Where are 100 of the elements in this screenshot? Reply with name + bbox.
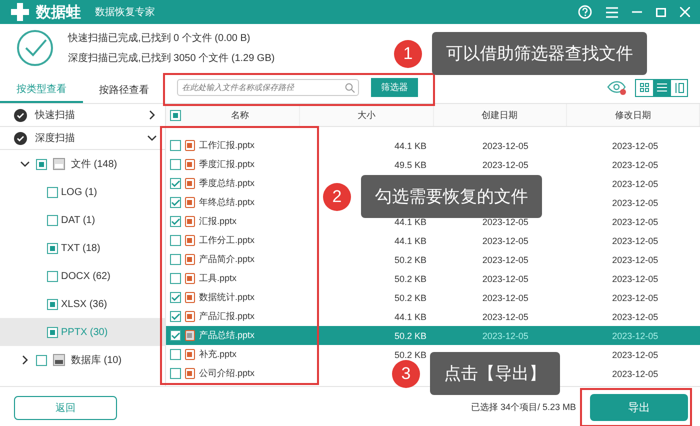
checkbox[interactable] [170,292,181,303]
modified-date: 2023-12-05 [612,312,658,322]
checkbox[interactable] [47,242,58,254]
checkbox[interactable] [36,354,47,366]
app-name: 数据蛙 [36,2,81,22]
checkbox[interactable] [170,349,181,360]
created-date: 2023-12-05 [482,216,528,226]
modified-date: 2023-12-05 [612,274,658,284]
menu-icon[interactable] [606,6,618,18]
file-name[interactable]: 数据统计.pptx [199,291,255,304]
file-size: 49.5 KB [394,160,427,170]
tree-item[interactable]: DOCX (62) [0,262,165,290]
column-header[interactable]: 创建日期 [434,104,567,126]
maximize-icon[interactable] [656,8,666,16]
check-badge-icon [14,132,27,144]
column-header[interactable]: 大小 [300,104,434,126]
checkbox[interactable] [47,298,58,310]
file-name[interactable]: 产品简介.pptx [199,253,255,266]
checkbox[interactable] [170,330,181,341]
file-name[interactable]: 季度总结.pptx [199,177,255,190]
close-icon[interactable] [680,7,690,17]
eye-icon[interactable] [607,80,627,94]
view-tab[interactable]: 按类型查看 [0,72,82,103]
file-name[interactable]: 工作分工.pptx [199,234,255,247]
grid-icon [640,83,649,92]
file-name[interactable]: 公司介绍.pptx [199,367,255,380]
columns-icon [674,82,684,92]
file-size: 44.1 KB [394,140,427,150]
tree-item[interactable]: 数据库 (10) [0,346,165,374]
checkbox[interactable] [170,273,181,284]
checkbox[interactable] [170,235,181,246]
search-field[interactable]: 在此处输入文件名称或保存路径 [177,79,359,96]
created-date: 2023-12-05 [482,330,528,340]
list-view-button[interactable] [653,80,670,96]
view-tab[interactable]: 按路径查看 [82,72,165,103]
step-number-tooltip: 3 [392,360,420,388]
minimize-icon[interactable] [632,11,642,13]
logo-icon [10,2,30,22]
step-number-tooltip: 1 [394,40,422,68]
file-size: 50.2 KB [394,292,427,302]
help-icon[interactable] [578,5,592,19]
app-subtitle: 数据恢复专家 [95,6,155,19]
search-icon [345,83,355,93]
tree-item[interactable]: TXT (18) [0,234,165,262]
file-name[interactable]: 补充.pptx [199,348,237,361]
checkbox[interactable] [47,326,58,338]
checkbox[interactable] [170,254,181,265]
checkbox[interactable] [170,178,181,189]
checkbox[interactable] [170,216,181,227]
created-date: 2023-12-05 [482,312,528,322]
modified-date: 2023-12-05 [612,254,658,264]
file-name[interactable]: 季度汇报.pptx [199,158,255,171]
checkbox[interactable] [170,311,181,322]
column-header[interactable]: 修改日期 [566,104,700,126]
scan-summary: 快速扫描已完成,已找到 0 个文件 (0.00 B) [68,32,252,45]
created-date: 2023-12-05 [482,236,528,246]
modified-date: 2023-12-05 [612,160,658,170]
file-size: 50.2 KB [394,330,427,340]
checkbox[interactable] [47,214,58,226]
tree-item[interactable]: LOG (1) [0,178,165,206]
created-date: 2023-12-05 [482,140,528,150]
file-size: 50.2 KB [394,274,427,284]
file-size: 44.1 KB [394,312,427,322]
columns-view-button[interactable] [670,80,687,96]
scan-item[interactable]: 快速扫描 [0,104,165,127]
file-name[interactable]: 工具.pptx [199,272,237,285]
select-all-checkbox[interactable] [170,110,181,120]
file-name[interactable]: 工作汇报.pptx [199,139,255,152]
scan-summary: 深度扫描已完成,已找到 3050 个文件 (1.29 GB) [68,52,275,65]
scan-label: 快速扫描 [35,108,76,122]
file-size: 44.1 KB [394,216,427,226]
checkbox[interactable] [170,140,181,151]
document-icon [53,158,65,170]
scan-item[interactable]: 深度扫描 [0,127,165,150]
created-date: 2023-12-05 [482,292,528,302]
slides-file-icon [185,159,195,170]
checkbox[interactable] [170,197,181,208]
checkbox[interactable] [36,158,47,170]
file-name[interactable]: 汇报.pptx [199,215,237,228]
checkbox[interactable] [47,186,58,198]
tree-label: PPTX (30) [61,326,108,338]
slides-file-icon [185,330,195,341]
slides-file-icon [185,140,195,151]
tree-label: 数据库 (10) [71,354,122,367]
checkbox[interactable] [170,159,181,170]
file-name[interactable]: 年终总结.pptx [199,196,255,209]
created-date: 2023-12-05 [482,160,528,170]
tree-item[interactable]: 文件 (148) [0,150,165,178]
checkbox[interactable] [47,270,58,282]
hint-tooltip: 可以借助筛选器查找文件 [432,32,647,75]
tree-item[interactable]: XLSX (36) [0,290,165,318]
column-header[interactable]: 名称 [181,108,300,122]
file-name[interactable]: 产品汇报.pptx [199,310,255,323]
modified-date: 2023-12-05 [612,292,658,302]
checkmark-circle-icon [16,29,54,67]
tree-label: 文件 (148) [71,158,118,171]
checkbox[interactable] [170,368,181,379]
tree-item[interactable]: DAT (1) [0,206,165,234]
slides-file-icon [185,235,195,246]
slides-file-icon [185,216,195,227]
